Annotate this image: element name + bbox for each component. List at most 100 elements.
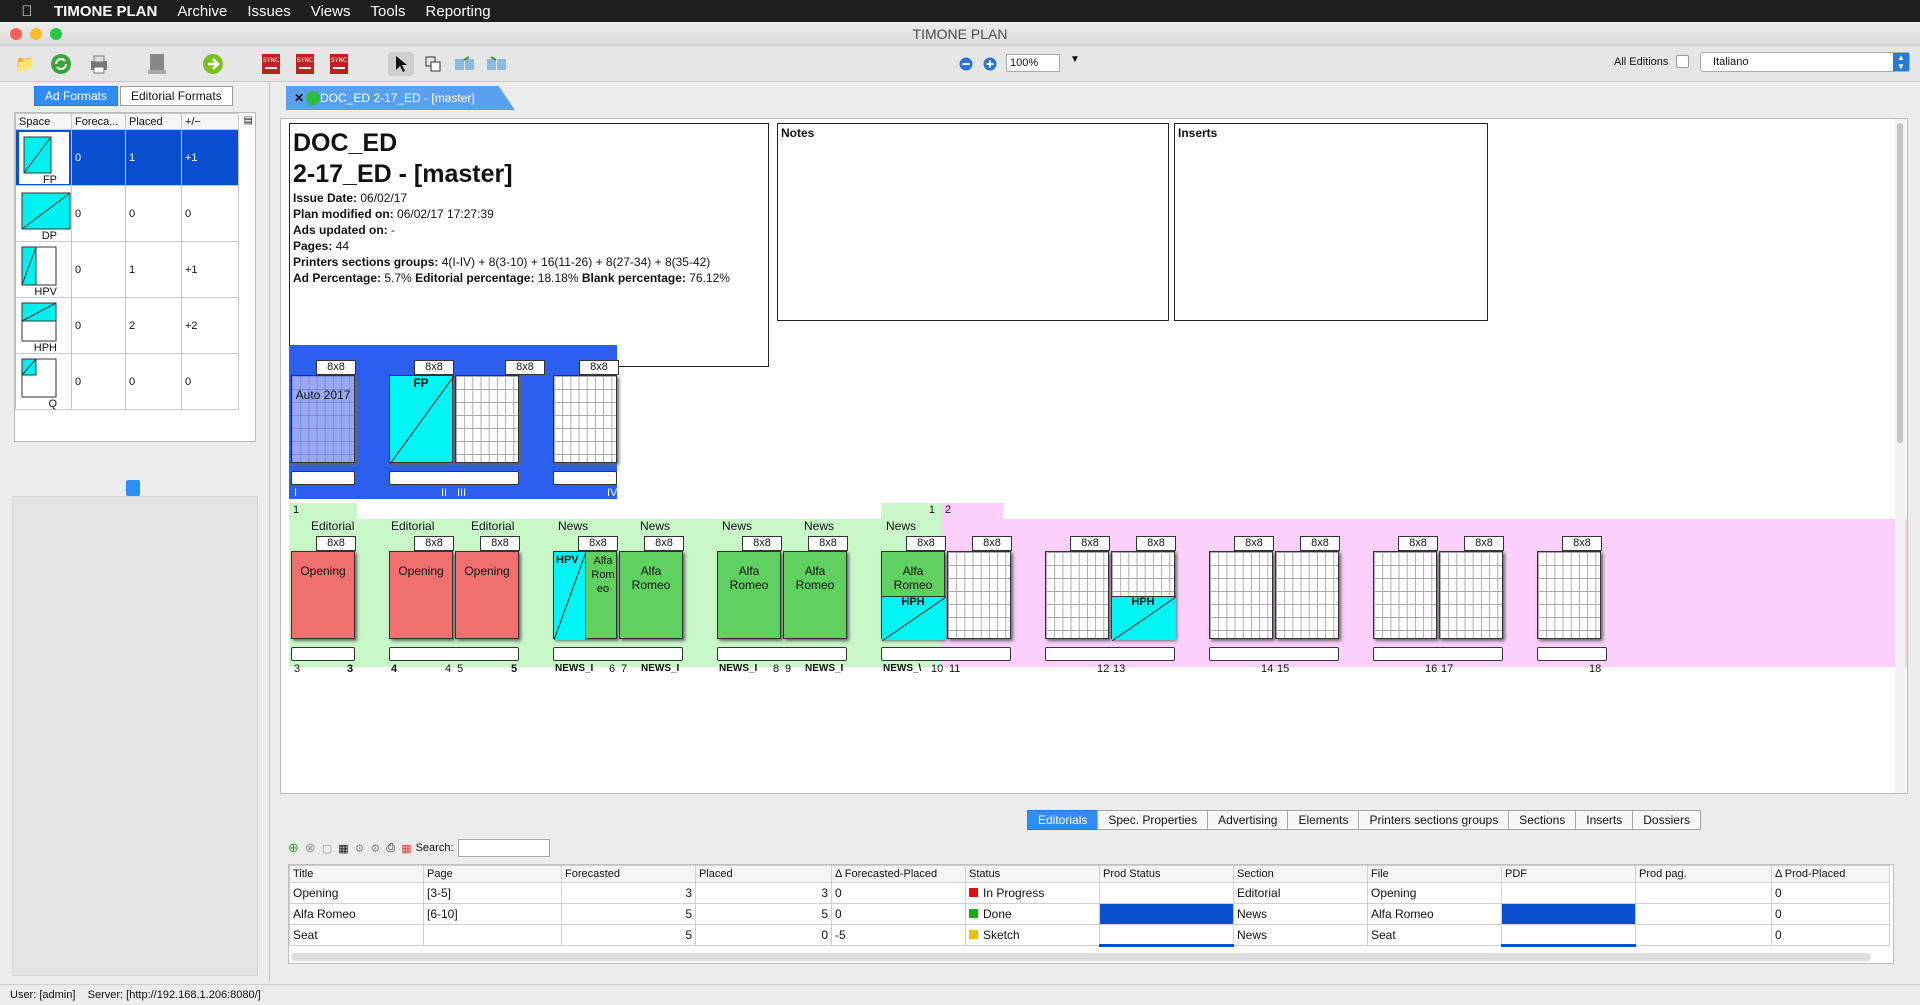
search-input[interactable] — [457, 839, 550, 857]
zoom-in-icon[interactable] — [982, 52, 998, 76]
print-list-icon[interactable]: ⎙ — [386, 842, 395, 855]
page-12[interactable] — [1045, 551, 1109, 639]
table-row[interactable]: Q000 — [15, 353, 239, 410]
table-row[interactable]: HPH 0 2 +2 — [15, 297, 239, 354]
column-menu-icon[interactable]: ▤ — [244, 115, 253, 126]
copy-icon[interactable]: ▢ — [322, 842, 332, 855]
page-14[interactable] — [1209, 551, 1273, 639]
vertical-scrollbar[interactable] — [1895, 119, 1905, 793]
inserts-box[interactable]: Inserts — [1174, 123, 1488, 321]
table-row[interactable]: FP 0 1 +1 — [15, 129, 239, 186]
horizontal-scrollbar[interactable] — [291, 953, 1871, 961]
col-section[interactable]: Section — [1233, 865, 1368, 883]
close-window-button[interactable] — [10, 28, 22, 40]
page-9[interactable]: Alfa Romeo — [783, 551, 847, 639]
page-I[interactable]: Auto 2017 — [291, 375, 355, 463]
table-row[interactable]: HPV 0 1 +1 — [15, 241, 239, 298]
sync-right-icon[interactable]: SYNC — [326, 52, 352, 76]
page-3[interactable]: Opening — [291, 551, 355, 639]
page-5[interactable]: Opening — [455, 551, 519, 639]
bar-text: NEWS_\ — [883, 663, 922, 674]
tab-dossiers[interactable]: Dossiers — [1632, 810, 1701, 830]
col-delta-forecasted[interactable]: Δ Forecasted-Placed — [831, 865, 966, 883]
document-tab[interactable]: ✕ DOC_ED 2-17_ED - [master] — [286, 86, 515, 110]
app-menu[interactable]: TIMONE PLAN — [54, 3, 157, 20]
all-editions-checkbox[interactable] — [1676, 55, 1689, 68]
tab-inserts[interactable]: Inserts — [1575, 810, 1634, 830]
col-pdf[interactable]: PDF — [1501, 865, 1636, 883]
zoom-window-button[interactable] — [50, 28, 62, 40]
menu-reporting[interactable]: Reporting — [426, 3, 491, 20]
col-file[interactable]: File — [1367, 865, 1502, 883]
tab-printers-sections-groups[interactable]: Printers sections groups — [1358, 810, 1510, 830]
tab-editorial-formats[interactable]: Editorial Formats — [120, 86, 233, 106]
go-forward-icon[interactable] — [200, 52, 226, 76]
export-icon[interactable]: ▦ — [401, 842, 411, 855]
menu-issues[interactable]: Issues — [247, 3, 290, 20]
menu-views[interactable]: Views — [311, 3, 351, 20]
col-space[interactable]: Space — [15, 113, 72, 130]
options-icon[interactable]: ⚙ — [371, 842, 381, 855]
col-forecast[interactable]: Foreca... — [71, 113, 126, 130]
table-row[interactable]: DP 0 0 0 — [15, 185, 239, 242]
duplicate-icon[interactable] — [420, 52, 446, 76]
col-placed[interactable]: Placed — [125, 113, 182, 130]
page-18[interactable] — [1537, 551, 1601, 639]
open-folder-icon[interactable]: 📁 — [12, 52, 38, 76]
sync-center-icon[interactable]: SYNC — [292, 52, 318, 76]
col-page[interactable]: Page — [423, 865, 562, 883]
tab-editorials[interactable]: Editorials — [1027, 810, 1099, 830]
col-prod-pag[interactable]: Prod pag. — [1635, 865, 1772, 883]
tab-elements[interactable]: Elements — [1287, 810, 1360, 830]
minimize-window-button[interactable] — [30, 28, 42, 40]
zoom-out-icon[interactable] — [958, 52, 974, 76]
filter-icon[interactable]: ▦ — [338, 842, 348, 855]
zoom-dropdown-icon[interactable]: ▼ — [1070, 54, 1080, 65]
col-status[interactable]: Status — [965, 865, 1100, 883]
close-tab-icon[interactable]: ✕ — [294, 86, 304, 110]
language-select[interactable]: Italiano ▲ ▼ — [1700, 52, 1910, 72]
page-8[interactable]: Alfa Romeo — [717, 551, 781, 639]
page-16[interactable] — [1373, 551, 1437, 639]
server-icon[interactable] — [144, 52, 170, 76]
tab-sections[interactable]: Sections — [1508, 810, 1577, 830]
menu-archive[interactable]: Archive — [177, 3, 227, 20]
page-II[interactable]: FP — [389, 375, 454, 464]
tab-advertising[interactable]: Advertising — [1207, 810, 1289, 830]
pointer-tool-icon[interactable] — [388, 52, 414, 76]
page-10[interactable]: Alfa Romeo HPH — [881, 551, 947, 642]
table-row[interactable]: Alfa Romeo [6-10] 5 5 0 Done News Alfa Romeo 0 — [289, 903, 1890, 925]
apple-icon[interactable]:  — [0, 3, 54, 20]
col-delta-prod[interactable]: Δ Prod-Placed — [1771, 865, 1890, 883]
page-7[interactable]: Alfa Romeo — [619, 551, 683, 639]
move-pages-right-icon[interactable] — [484, 52, 510, 76]
page-4[interactable]: Opening — [389, 551, 453, 639]
col-prod-status[interactable]: Prod Status — [1099, 865, 1234, 883]
page-6[interactable]: HPV Alfa Rom eo — [553, 551, 617, 641]
page-11[interactable] — [947, 551, 1011, 639]
table-row[interactable]: Seat 5 0 -5 Sketch News Seat 0 — [289, 924, 1890, 947]
zoom-field[interactable]: 100% — [1006, 54, 1060, 72]
print-icon[interactable] — [86, 52, 112, 76]
page-III[interactable] — [455, 375, 519, 463]
sync-left-icon[interactable]: SYNC — [258, 52, 284, 76]
add-icon[interactable]: ⊕ — [288, 840, 299, 856]
settings-icon[interactable]: ⚙ — [355, 842, 365, 855]
col-placed[interactable]: Placed — [695, 865, 832, 883]
table-row[interactable]: Opening [3-5] 3 3 0 In Progress Editorial Open… — [289, 882, 1890, 904]
page-15[interactable] — [1275, 551, 1339, 639]
col-forecasted[interactable]: Forecasted — [561, 865, 696, 883]
page-17[interactable] — [1439, 551, 1503, 639]
tab-ad-formats[interactable]: Ad Formats — [34, 86, 119, 106]
move-pages-left-icon[interactable] — [452, 52, 478, 76]
refresh-icon[interactable] — [48, 52, 74, 76]
col-title[interactable]: Title — [289, 865, 424, 883]
page-13[interactable]: HPH — [1111, 551, 1177, 642]
page-IV[interactable] — [553, 375, 617, 463]
menu-tools[interactable]: Tools — [370, 3, 405, 20]
notes-box[interactable]: Notes — [777, 123, 1169, 321]
tab-spec-properties[interactable]: Spec. Properties — [1097, 810, 1209, 830]
splitter-handle[interactable] — [126, 480, 140, 496]
col-diff[interactable]: +/− — [181, 113, 239, 130]
remove-icon[interactable]: ⊗ — [305, 840, 316, 856]
